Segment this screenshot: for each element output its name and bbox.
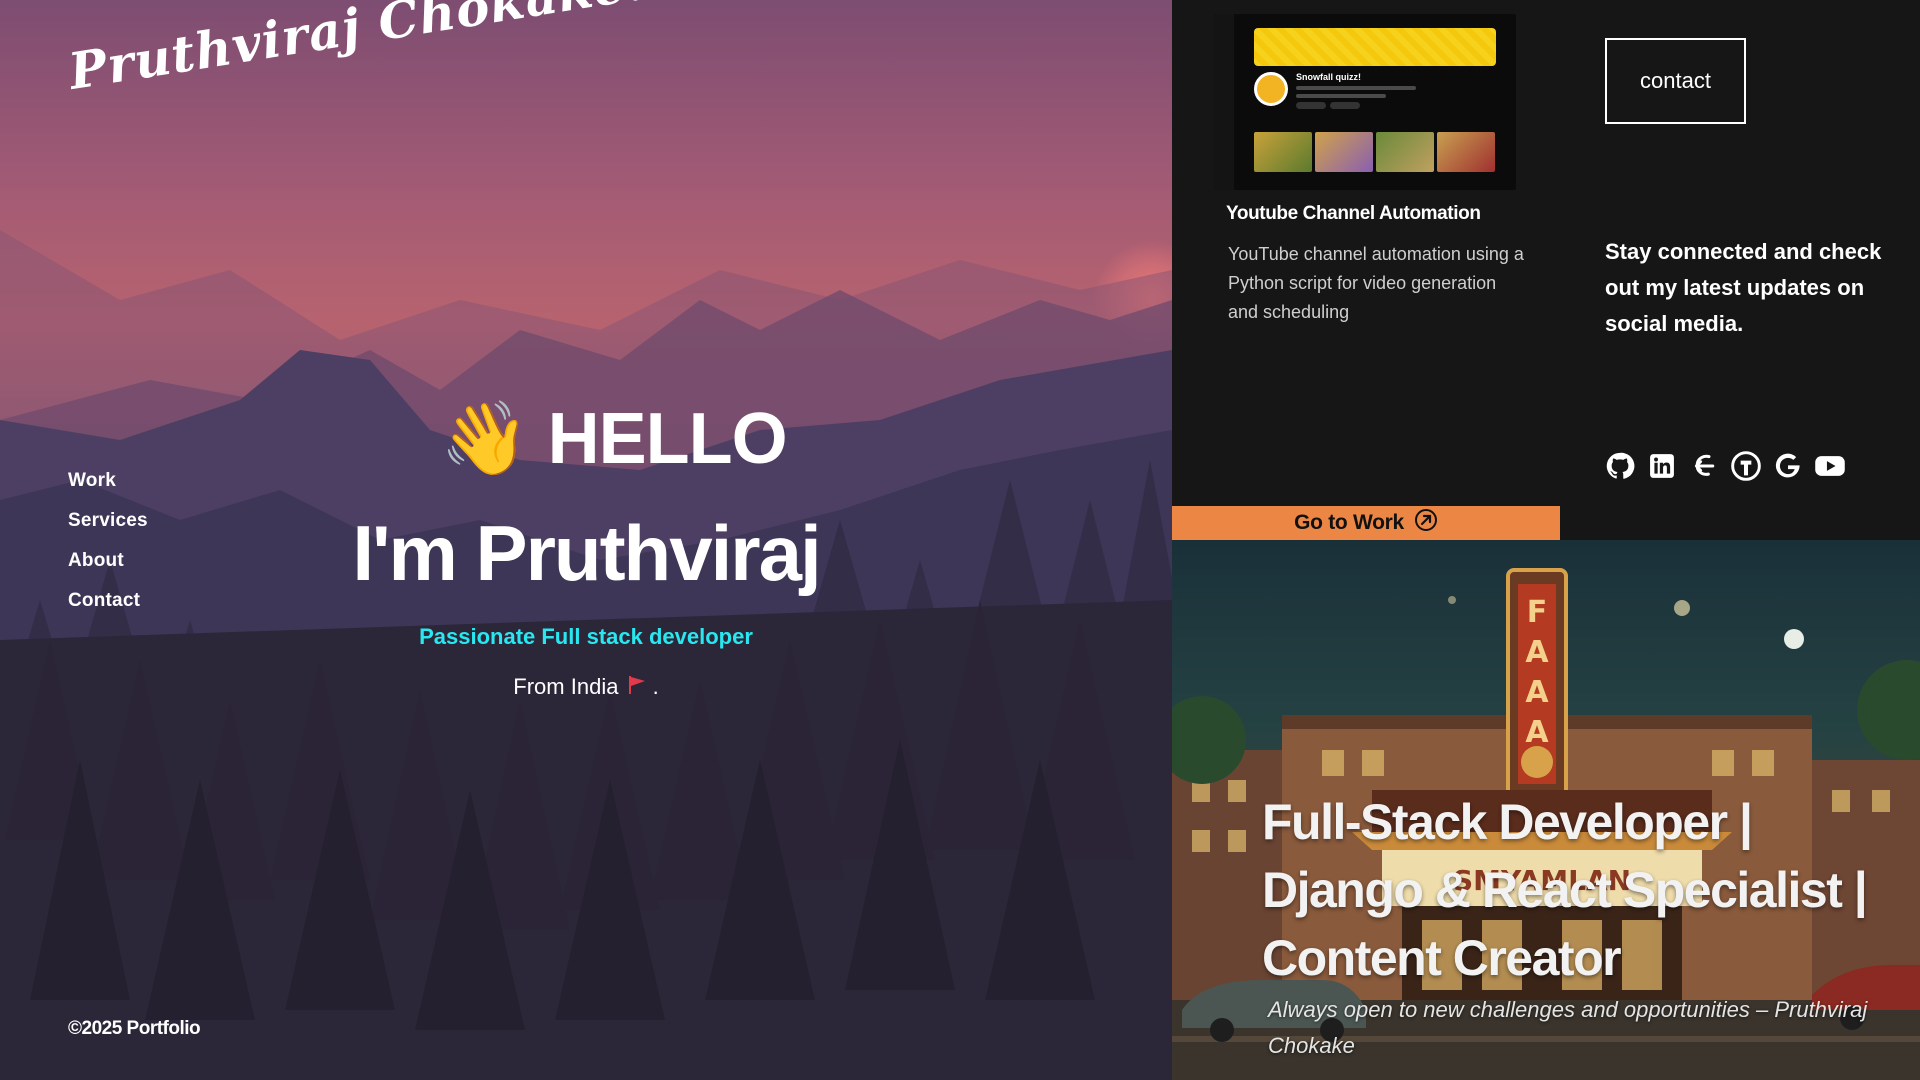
greeting-row: 👋 HELLO — [440, 398, 788, 480]
origin-text: From India — [513, 674, 619, 699]
thumbnail-video-grid — [1254, 132, 1495, 172]
svg-text:F: F — [1527, 595, 1548, 630]
headline-quote: Always open to new challenges and opport… — [1268, 997, 1868, 1058]
waving-hand-icon: 👋 — [440, 399, 530, 479]
thumbnail-sidebar — [1214, 14, 1234, 190]
social-icons — [1604, 450, 1846, 482]
codechef-icon[interactable] — [1688, 450, 1720, 482]
thumbnail-buttons — [1296, 102, 1360, 109]
project-description: YouTube channel automation using a Pytho… — [1228, 244, 1524, 322]
linkedin-icon[interactable] — [1646, 450, 1678, 482]
github-icon[interactable] — [1604, 450, 1636, 482]
contact-button[interactable]: contact — [1605, 38, 1746, 124]
headline-title: Full-Stack Developer | Django & React Sp… — [1262, 794, 1868, 986]
thumbnail-channel-name: Snowfall quizz! — [1296, 72, 1361, 82]
thumbnail-banner — [1254, 28, 1496, 66]
social-description: Stay connected and check out my latest u… — [1605, 239, 1882, 336]
youtube-icon[interactable] — [1814, 450, 1846, 482]
hero-section: Pruthviraj Chokake. Work Services About … — [0, 0, 1172, 1080]
hero-tagline: Passionate Full stack developer — [419, 624, 753, 649]
go-to-work-button[interactable]: Go to Work — [1172, 506, 1560, 540]
hero-origin: From India . — [0, 674, 1172, 701]
arrow-up-right-icon — [1414, 508, 1438, 538]
project-title[interactable]: Youtube Channel Automation — [1226, 203, 1481, 225]
thumbnail-avatar — [1254, 72, 1288, 106]
project-thumbnail[interactable]: Snowfall quizz! — [1214, 14, 1516, 190]
thumbnail-meta-line — [1296, 94, 1386, 98]
svg-text:A: A — [1525, 635, 1549, 670]
google-icon[interactable] — [1772, 450, 1804, 482]
copyright: ©2025 Portfolio — [68, 1018, 201, 1039]
thumbnail-meta-line — [1296, 86, 1416, 90]
nav-item-work[interactable]: Work — [68, 470, 148, 492]
go-to-work-label: Go to Work — [1294, 511, 1404, 534]
origin-suffix: . — [652, 674, 659, 699]
greeting-text: HELLO — [547, 399, 788, 479]
svg-text:A: A — [1525, 715, 1549, 750]
leetcode-icon[interactable] — [1730, 450, 1762, 482]
red-flag-icon — [628, 675, 646, 701]
svg-text:A: A — [1525, 675, 1549, 710]
headline-banner: FAAA SMYAMLAN Full-Stack Developer | Dja… — [1172, 540, 1920, 1080]
hero-name: I'm Pruthviraj — [352, 509, 821, 597]
